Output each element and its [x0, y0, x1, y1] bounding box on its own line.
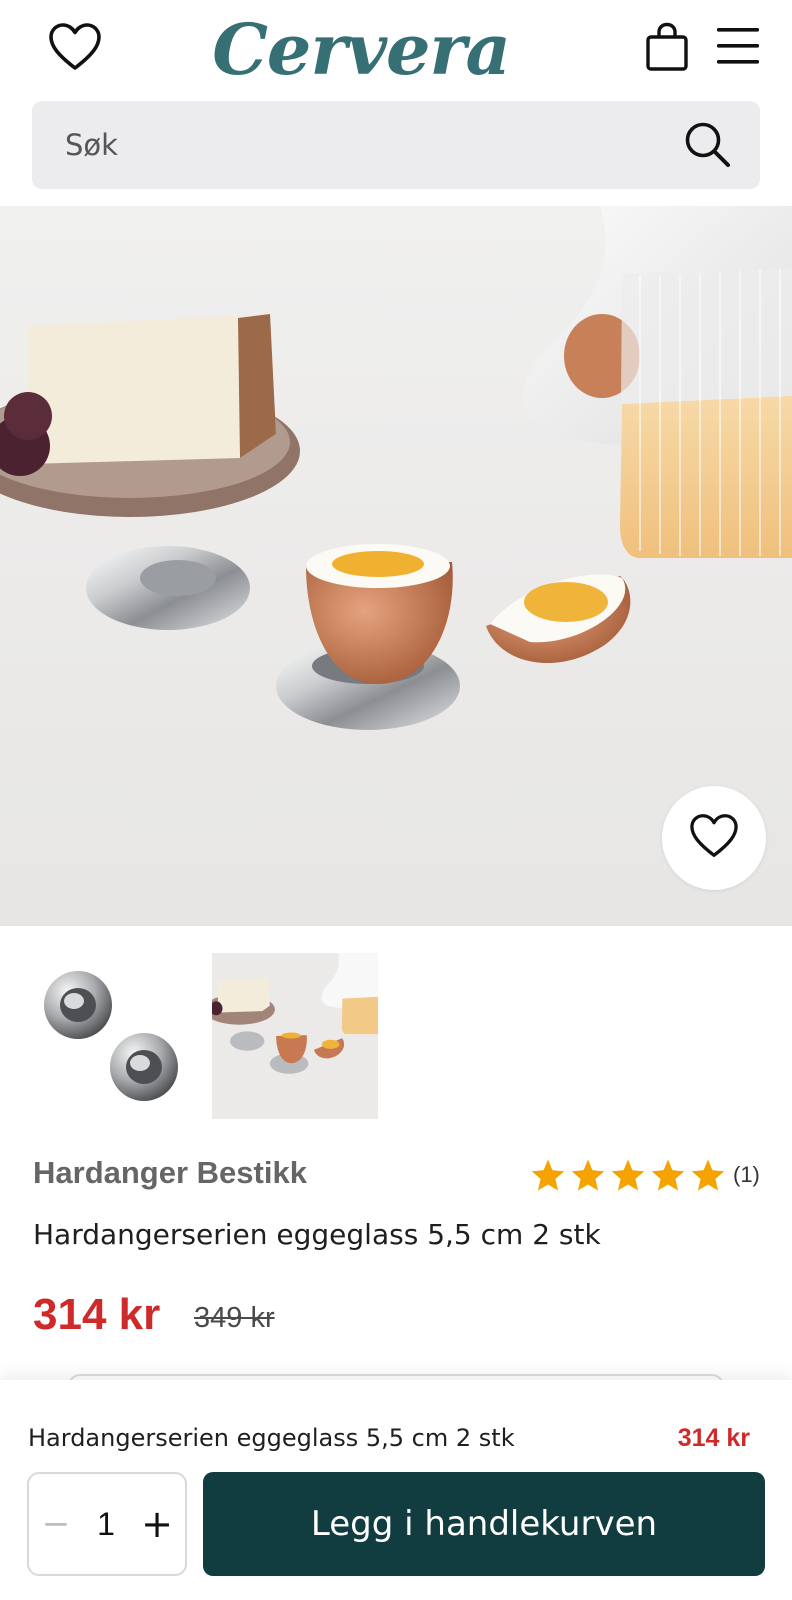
star-icon	[531, 1159, 565, 1191]
image-wishlist-button[interactable]	[662, 786, 766, 890]
search-input[interactable]	[32, 101, 672, 189]
cart-button[interactable]	[640, 20, 694, 78]
heart-outline-icon	[48, 22, 102, 76]
sticky-cart-bar: Hardangerserien eggeglass 5,5 cm 2 stk 3…	[0, 1380, 792, 1600]
quantity-stepper: − +	[27, 1472, 187, 1576]
product-price: 314 kr	[33, 1290, 161, 1339]
product-rating[interactable]: (1)	[530, 1155, 760, 1195]
product-old-price: 349 kr	[194, 1302, 275, 1334]
shopping-bag-icon	[645, 22, 689, 76]
thumbnail-product[interactable]	[30, 953, 196, 1119]
brand-logo[interactable]: Cervera	[212, 8, 511, 91]
hamburger-menu-icon	[716, 25, 760, 71]
quantity-input[interactable]	[83, 1505, 129, 1543]
star-icon	[611, 1159, 645, 1191]
thumbnail-gallery	[30, 953, 378, 1119]
rating-stars	[530, 1158, 726, 1192]
site-header: Cervera	[0, 0, 792, 98]
menu-button[interactable]	[712, 22, 764, 74]
product-title: Hardangerserien eggeglass 5,5 cm 2 stk	[33, 1218, 601, 1251]
star-icon	[651, 1159, 685, 1191]
add-to-cart-button[interactable]: Legg i handlekurven	[203, 1472, 765, 1576]
sticky-product-price: 314 kr	[677, 1424, 750, 1452]
star-icon	[691, 1159, 725, 1191]
star-icon	[571, 1159, 605, 1191]
wishlist-button[interactable]	[44, 18, 106, 80]
sticky-product-title: Hardangerserien eggeglass 5,5 cm 2 stk	[28, 1424, 515, 1452]
heart-outline-icon	[689, 813, 739, 863]
search-icon	[682, 119, 732, 173]
search-bar	[32, 101, 760, 189]
search-button[interactable]	[680, 119, 734, 173]
quantity-decrease-button[interactable]: −	[29, 1474, 83, 1574]
product-main-image[interactable]	[0, 206, 792, 926]
thumbnail-lifestyle[interactable]	[212, 953, 378, 1119]
product-brand[interactable]: Hardanger Bestikk	[33, 1155, 307, 1191]
rating-count: (1)	[733, 1162, 760, 1187]
quantity-increase-button[interactable]: +	[129, 1474, 185, 1574]
